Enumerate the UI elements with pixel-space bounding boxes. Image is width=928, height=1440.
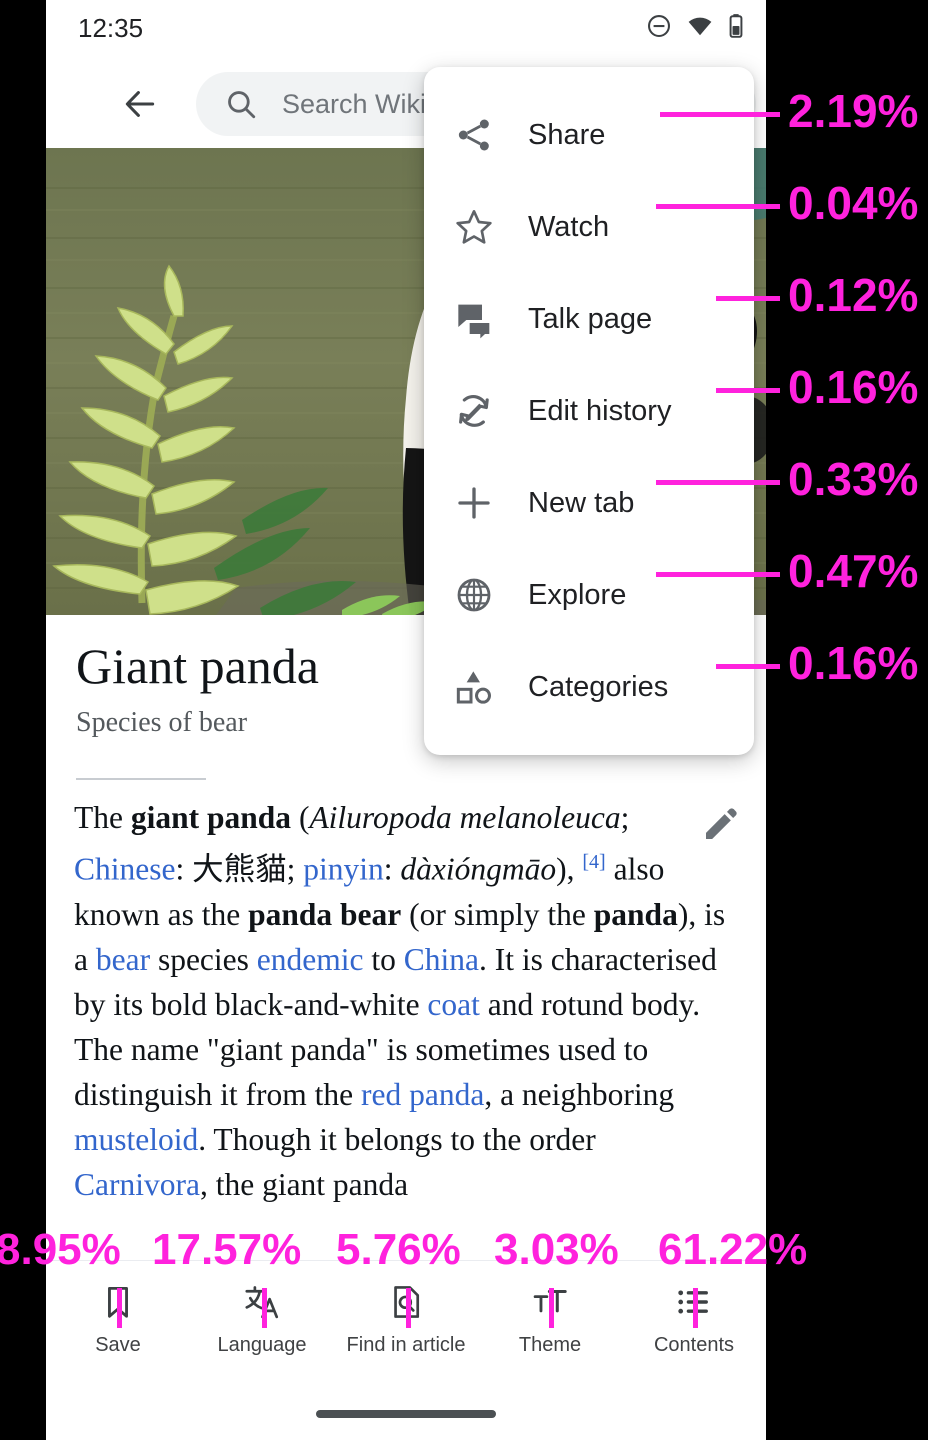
edit-history-icon — [450, 387, 498, 435]
battery-icon — [728, 13, 744, 44]
overflow-menu: Share Watch Talk page Edit history New t… — [424, 67, 754, 755]
do-not-disturb-icon — [646, 13, 672, 44]
status-bar: 12:35 — [46, 0, 766, 60]
home-gesture-indicator[interactable] — [316, 1410, 496, 1418]
menu-item-talk-page[interactable]: Talk page — [424, 273, 754, 365]
status-bar-icons — [646, 13, 744, 44]
wifi-icon — [686, 13, 714, 44]
menu-item-explore[interactable]: Explore — [424, 549, 754, 641]
article-wikilink[interactable]: musteloid — [74, 1122, 198, 1157]
talk-bubbles-icon — [450, 295, 498, 343]
article-text-run: panda bear — [248, 896, 402, 932]
text-size-icon — [531, 1279, 569, 1325]
article-text-run[interactable]: [4] — [582, 851, 605, 873]
bottom-item-label: Contents — [653, 1334, 735, 1356]
bottom-action-items: Save Language Find in article Theme Cont… — [46, 1279, 766, 1357]
annotation-label-share: 2.19% — [788, 85, 919, 137]
article-text-run: , a neighboring — [484, 1076, 675, 1112]
article-text-run: ; — [620, 800, 630, 835]
bottom-item-label: Language — [217, 1334, 307, 1356]
bottom-item-theme[interactable]: Theme — [484, 1279, 616, 1357]
article-text-run: : — [383, 851, 401, 887]
contents-list-icon — [675, 1279, 713, 1325]
article-text-run: dàxióngmāo — [400, 851, 557, 887]
article-wikilink[interactable]: Chinese — [74, 852, 175, 887]
phone-screen: 12:35 Search Wikipedia Giant panda Speci… — [46, 0, 766, 1440]
annotation-label-talk-page: 0.12% — [788, 269, 919, 321]
article-wikilink[interactable]: China — [404, 942, 479, 977]
menu-item-watch[interactable]: Watch — [424, 181, 754, 273]
menu-item-categories[interactable]: Categories — [424, 641, 754, 733]
menu-item-label: Edit history — [528, 394, 672, 427]
article-text-run: species — [150, 941, 257, 977]
article-text-run: Ailuropoda melanoleuca — [309, 800, 621, 835]
article-text-run: . Though it belongs to the order — [198, 1121, 596, 1157]
article-text-run: (or simply the — [401, 896, 594, 932]
article-wikilink[interactable]: bear — [96, 942, 150, 977]
annotation-label-categories: 0.16% — [788, 637, 919, 689]
star-outline-icon — [450, 203, 498, 251]
menu-item-share[interactable]: Share — [424, 89, 754, 181]
article-text-run: panda — [593, 896, 678, 932]
language-translate-icon — [243, 1279, 281, 1325]
bottom-item-label: Theme — [518, 1334, 582, 1356]
menu-item-new-tab[interactable]: New tab — [424, 457, 754, 549]
find-in-page-icon — [387, 1279, 425, 1325]
bottom-item-label: Find in article — [346, 1334, 466, 1356]
menu-item-label: Explore — [528, 578, 627, 611]
article-text-run: : 大熊貓; — [175, 851, 304, 887]
menu-item-label: Categories — [528, 670, 669, 703]
page-title: Giant panda — [76, 638, 319, 694]
edit-pencil-icon[interactable] — [698, 801, 744, 847]
back-arrow-icon[interactable] — [118, 82, 162, 126]
article-wikilink[interactable]: red panda — [361, 1077, 484, 1112]
status-bar-clock: 12:35 — [78, 13, 144, 43]
share-icon — [450, 111, 498, 159]
menu-item-label: Watch — [528, 210, 610, 243]
article-text-run: ( — [291, 800, 310, 835]
annotation-label-edit-history: 0.16% — [788, 361, 919, 413]
lead-paragraph: The giant panda (Ailuropoda melanoleuca;… — [74, 795, 729, 1205]
annotation-label-watch: 0.04% — [788, 177, 919, 229]
bottom-item-language[interactable]: Language — [196, 1279, 328, 1357]
page-subtitle: Species of bear — [76, 707, 248, 738]
article-text-run: giant panda — [130, 800, 292, 835]
bottom-action-bar: Save Language Find in article Theme Cont… — [46, 1260, 766, 1440]
article-text-run: ), — [556, 851, 583, 887]
article-wikilink[interactable]: pinyin — [303, 852, 384, 887]
bottom-item-label: Save — [95, 1334, 141, 1356]
bottom-item-save[interactable]: Save — [52, 1279, 184, 1357]
globe-icon — [450, 571, 498, 619]
search-icon — [222, 85, 260, 123]
bottom-item-contents[interactable]: Contents — [628, 1279, 760, 1357]
annotation-label-new-tab: 0.33% — [788, 453, 919, 505]
article-wikilink[interactable]: endemic — [257, 942, 364, 977]
bookmark-icon — [99, 1279, 137, 1325]
article-wikilink[interactable]: Carnivora — [74, 1167, 200, 1202]
screenshot-root: 12:35 Search Wikipedia Giant panda Speci… — [0, 0, 928, 1440]
plus-icon — [450, 479, 498, 527]
title-divider — [76, 778, 206, 780]
menu-item-label: New tab — [528, 486, 635, 519]
bottom-item-find-in-article[interactable]: Find in article — [340, 1279, 472, 1357]
article-text-run: to — [363, 941, 404, 977]
article-wikilink[interactable]: coat — [427, 987, 479, 1022]
menu-item-label: Talk page — [528, 302, 653, 335]
categories-shapes-icon — [450, 663, 498, 711]
menu-item-label: Share — [528, 118, 606, 151]
article-text-run: The — [74, 800, 131, 835]
annotation-label-explore: 0.47% — [788, 545, 919, 597]
menu-item-edit-history[interactable]: Edit history — [424, 365, 754, 457]
article-text-run: , the giant panda — [199, 1166, 409, 1202]
